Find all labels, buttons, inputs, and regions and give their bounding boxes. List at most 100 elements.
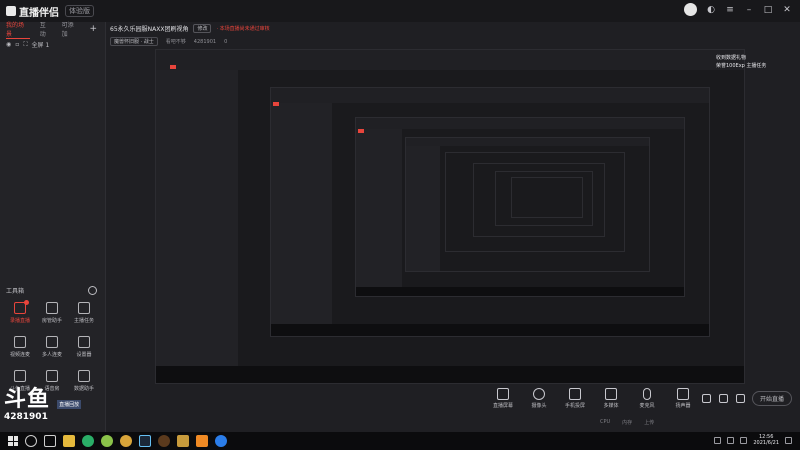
hot-value: 0 — [224, 38, 228, 45]
source-controls: 直播屏幕 摄像头 手机投屏 多媒体 麦克风 扬声器 — [490, 388, 696, 409]
windows-start-icon[interactable] — [8, 436, 18, 446]
media-button[interactable]: 多媒体 — [598, 388, 624, 409]
nested-sidebar — [356, 128, 402, 296]
app-icon[interactable] — [101, 435, 113, 447]
room-info: 65永久乐园服NAXX团刷视角 修改 · 本场直播尚未通过审核 魔兽怀旧服 · … — [110, 24, 270, 50]
lock-icon[interactable]: ▫ — [15, 41, 19, 48]
nested-taskbar — [356, 287, 684, 296]
speaker-button[interactable]: 扬声器 — [670, 388, 696, 409]
stream-preview[interactable] — [155, 49, 745, 384]
phone-cast-button[interactable]: 手机投屏 — [562, 388, 588, 409]
streaming-app-taskbar-icon[interactable] — [196, 435, 208, 447]
notice-line-1: 收到数据礼物 — [716, 55, 747, 61]
status-memory: 内存 — [622, 420, 633, 426]
nested-sidebar — [406, 145, 441, 271]
maximize-icon[interactable]: □ — [763, 5, 773, 15]
camera-button[interactable]: 摄像头 — [526, 388, 552, 409]
left-tabs: 我的场景 互动 可添加 + — [0, 20, 105, 39]
tab-scenes[interactable]: 我的场景 — [6, 20, 30, 39]
screen-icon — [497, 388, 509, 400]
toolbox-grid: 录播直播 房管助手 主播任务 视频连麦 多人连麦 设置器 斗鱼直播 语音房 数据… — [4, 300, 104, 392]
search-icon[interactable] — [25, 435, 37, 447]
gear-icon[interactable] — [736, 394, 745, 403]
volume-icon[interactable] — [740, 436, 748, 444]
tool-label: 视频连麦 — [9, 352, 30, 358]
tool-video-link[interactable]: 视频连麦 — [4, 336, 36, 358]
phone-cast-icon — [569, 388, 581, 400]
add-scene-icon[interactable]: + — [89, 24, 97, 34]
close-icon[interactable]: ✕ — [782, 5, 792, 15]
tab-addable[interactable]: 可添加 — [62, 20, 80, 38]
room-meta: 魔兽怀旧服 · 战士 看吧不够 4281901 0 — [110, 37, 270, 46]
tool-manager[interactable]: 房管助手 — [36, 302, 68, 324]
manager-icon — [46, 302, 58, 314]
menu-icon[interactable]: ≡ — [725, 5, 735, 15]
steam-icon[interactable] — [139, 435, 151, 447]
wechat-icon[interactable] — [82, 435, 94, 447]
eye-icon[interactable]: ◉ — [6, 41, 11, 48]
edit-title-button[interactable]: 修改 — [193, 24, 212, 33]
app-name: 直播伴侣 — [19, 7, 59, 19]
review-warning: · 本场直播尚未通过审核 — [216, 26, 270, 32]
version-badge[interactable]: 体验版 — [65, 5, 94, 17]
windows-taskbar: 12:56 2021/6/21 — [0, 432, 800, 450]
network-icon[interactable] — [727, 436, 735, 444]
nested-sidebar — [156, 69, 239, 383]
watermark-logo: 斗鱼 — [4, 386, 51, 412]
nested-accent — [273, 102, 279, 106]
layout-icon[interactable] — [719, 394, 728, 403]
notice-line-2: 荣誉100Exp 主播任务 — [716, 63, 767, 69]
broadcast-icon — [14, 370, 26, 382]
gift-notice: 收到数据礼物 荣誉100Exp 主播任务 — [716, 54, 766, 70]
minimize-icon[interactable]: – — [744, 5, 754, 15]
record-toggle-icon[interactable] — [702, 394, 711, 403]
avatar[interactable] — [684, 3, 697, 16]
room-title: 65永久乐园服NAXX团刷视角 — [110, 26, 189, 33]
skin-icon[interactable]: ◐ — [706, 5, 716, 15]
tool-task[interactable]: 主播任务 — [68, 302, 100, 324]
tool-label: 主播任务 — [73, 318, 94, 324]
tool-label: 录播直播 — [9, 318, 30, 324]
scene-name: 全屏 1 — [31, 42, 50, 49]
tool-label: 设置器 — [76, 352, 92, 358]
notification-badge — [24, 300, 29, 305]
nested-taskbar — [156, 366, 744, 383]
system-tray: 12:56 2021/6/21 — [714, 434, 792, 446]
tool-label: 多人连麦 — [41, 352, 62, 358]
browser-icon[interactable] — [215, 435, 227, 447]
voice-icon — [46, 370, 58, 382]
tool-multi-link[interactable]: 多人连麦 — [36, 336, 68, 358]
nested-sidebar — [271, 102, 333, 336]
status-upload: 上传 — [644, 420, 655, 426]
category-button[interactable]: 魔兽怀旧服 · 战士 — [110, 37, 158, 46]
control-label: 手机投屏 — [564, 403, 585, 409]
video-link-icon — [14, 336, 26, 348]
tool-label: 房管助手 — [41, 318, 62, 324]
settings-icon — [78, 336, 90, 348]
extra-controls — [702, 394, 745, 403]
clock[interactable]: 12:56 2021/6/21 — [753, 434, 779, 446]
refresh-icon[interactable] — [88, 286, 97, 295]
scene-item[interactable]: ◉ ▫ ⛶ 全屏 1 — [0, 36, 105, 53]
chrome-icon[interactable] — [120, 435, 132, 447]
fullscreen-icon: ⛶ — [23, 40, 28, 48]
watermark: 斗鱼 直播回放 4281901 — [4, 386, 82, 422]
nested-titlebar — [406, 138, 649, 146]
start-stream-button[interactable]: 开始直播 — [752, 391, 792, 406]
task-view-icon[interactable] — [44, 435, 56, 447]
game-icon[interactable] — [158, 435, 170, 447]
tab-interact[interactable]: 互动 — [40, 20, 52, 38]
nested-titlebar — [271, 88, 709, 103]
wow-icon[interactable] — [177, 435, 189, 447]
control-label: 扬声器 — [675, 403, 691, 409]
file-explorer-icon[interactable] — [63, 435, 75, 447]
tray-icon[interactable] — [714, 436, 722, 444]
title-bar: 直播伴侣 体验版 ◐ ≡ – □ ✕ — [0, 0, 800, 22]
notification-icon[interactable] — [785, 436, 792, 444]
tool-record[interactable]: 录播直播 — [4, 300, 36, 324]
tool-settings[interactable]: 设置器 — [68, 336, 100, 358]
room-title-row: 65永久乐园服NAXX团刷视角 修改 · 本场直播尚未通过审核 — [110, 24, 270, 33]
mic-button[interactable]: 麦克风 — [634, 388, 660, 409]
screen-button[interactable]: 直播屏幕 — [490, 388, 516, 409]
status-cpu: CPU — [600, 419, 611, 425]
